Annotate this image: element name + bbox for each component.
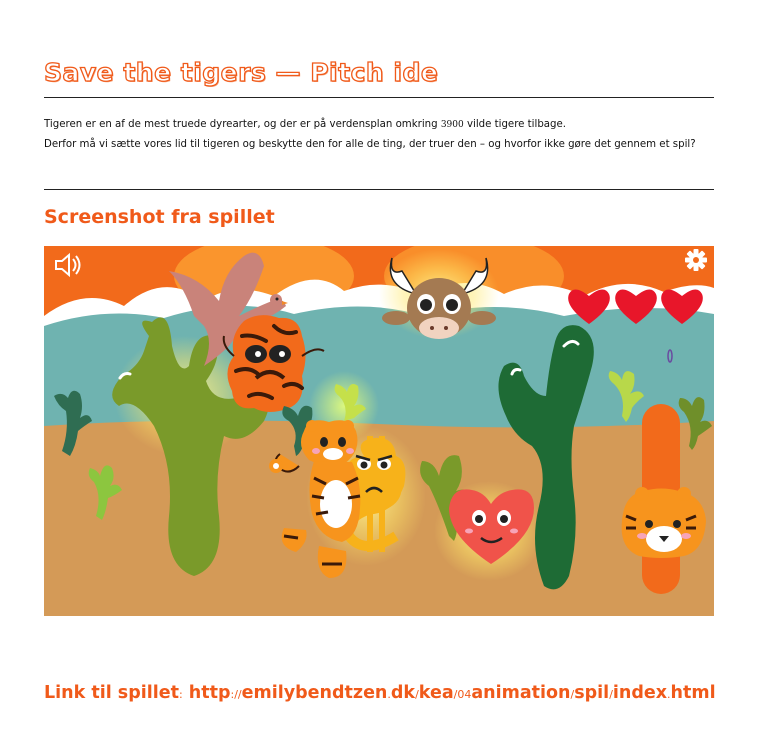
url-sep: ://: [230, 688, 242, 701]
divider: [44, 97, 714, 98]
url-part: emilybendtzen: [241, 683, 388, 703]
intro-text: Tigeren er en af de mest truede dyrearte…: [44, 115, 734, 154]
url-part: html: [670, 683, 716, 703]
tiger-face-right: [621, 487, 706, 558]
intro-line-1-start: Tigeren er en af de mest truede dyrearte…: [44, 119, 441, 130]
link-colon: :: [178, 688, 183, 701]
intro-line-1-end: vilde tigere tilbage.: [463, 119, 567, 130]
game-screenshot: [44, 246, 714, 616]
link-url[interactable]: http://emilybendtzen.dk/kea/04animation/…: [189, 683, 716, 703]
divider: [44, 189, 714, 190]
gear-icon: [685, 249, 707, 271]
url-part: index: [612, 683, 668, 703]
url-part: dk: [390, 683, 416, 703]
intro-line-1: Tigeren er en af de mest truede dyrearte…: [44, 115, 734, 135]
game-link[interactable]: Link til spillet: http://emilybendtzen.d…: [44, 683, 716, 703]
intro-line-2: Derfor må vi sætte vores lid til tigeren…: [44, 139, 696, 150]
url-part: http: [188, 683, 231, 703]
url-part: spil: [574, 683, 610, 703]
url-part: kea: [418, 683, 454, 703]
screenshot-heading: Screenshot fra spillet: [44, 206, 275, 228]
tiger-count: 3900: [440, 120, 464, 130]
link-label: Link til spillet: [44, 683, 179, 703]
page-title: Save the tigers — Pitch ide: [43, 57, 439, 87]
url-part: animation: [471, 683, 571, 703]
url-sep: /04: [453, 688, 472, 701]
